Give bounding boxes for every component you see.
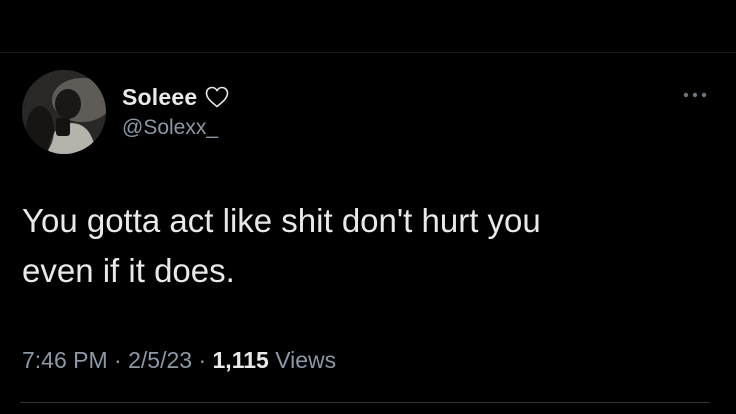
tweet-time[interactable]: 7:46 PM <box>22 347 108 373</box>
tweet-date[interactable]: 2/5/23 <box>128 347 192 373</box>
tweet-text: You gotta act like shit don't hurt you e… <box>22 202 541 289</box>
meta-separator: · <box>198 347 207 373</box>
heart-outline-icon <box>205 86 229 108</box>
tweet-meta: 7:46 PM · 2/5/23 · 1,115 Views <box>22 347 336 374</box>
display-name[interactable]: Soleee <box>122 84 197 111</box>
views-label: Views <box>275 347 337 373</box>
meta-separator: · <box>114 347 122 373</box>
username-handle[interactable]: @Solexx_ <box>122 116 218 140</box>
more-horizontal-icon[interactable] <box>680 88 710 102</box>
name-row: Soleee <box>122 82 229 112</box>
avatar[interactable] <box>22 70 106 154</box>
avatar-photo <box>22 70 106 154</box>
tweet-card: Soleee @Solexx_ You gotta act like shit … <box>0 0 736 414</box>
bottom-divider <box>20 402 710 403</box>
views-count: 1,115 <box>212 347 269 373</box>
